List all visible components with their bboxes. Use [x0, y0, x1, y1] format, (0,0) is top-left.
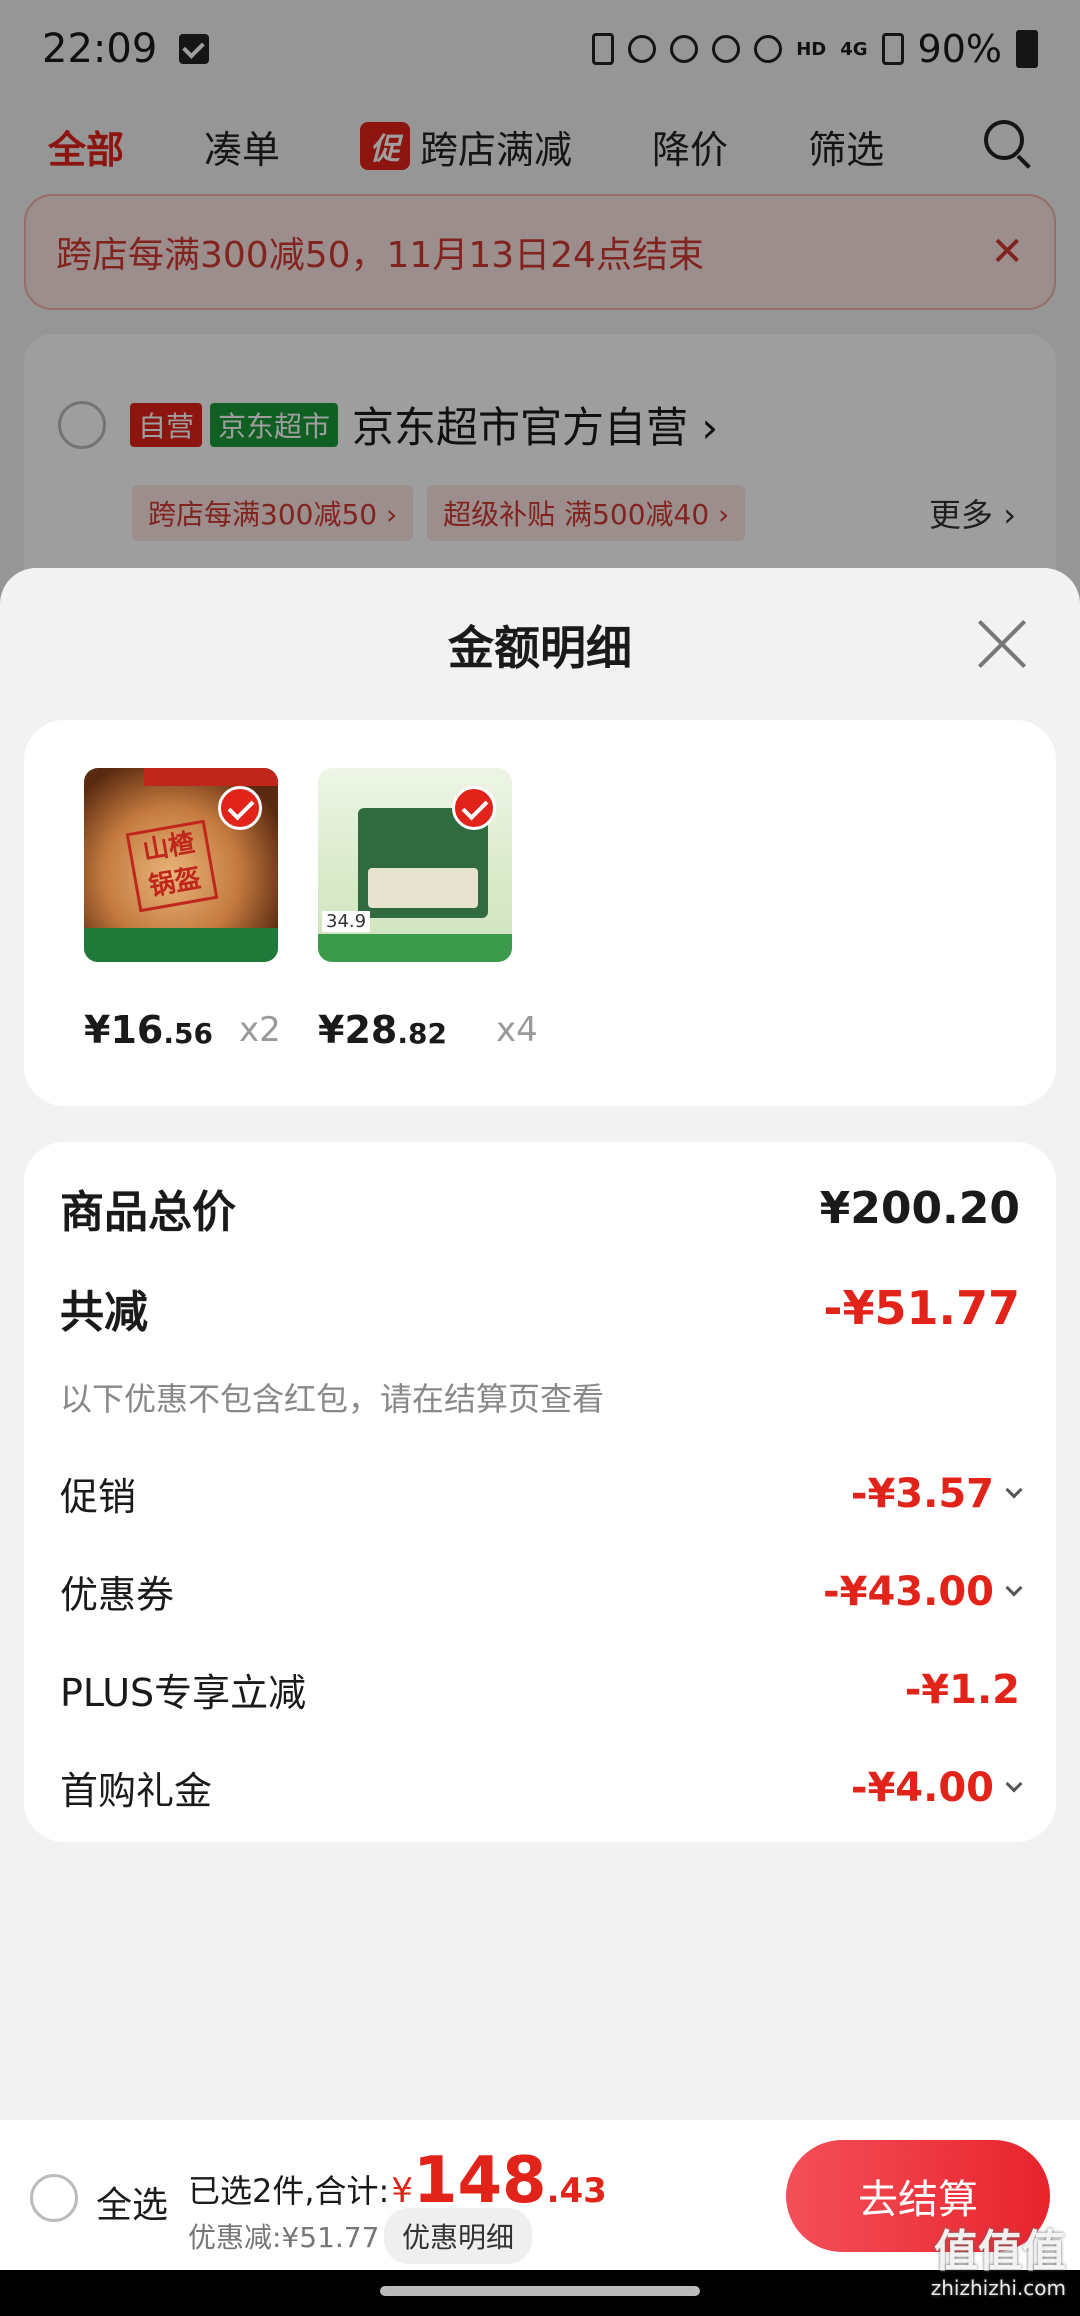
total-row: 商品总价 ¥200.20 [60, 1176, 1020, 1240]
chevron-down-icon [1005, 1775, 1023, 1792]
checked-icon [452, 786, 496, 830]
discount-detail-button[interactable]: 优惠明细 [384, 2208, 533, 2264]
reduce-row: 共减 -¥51.77 [60, 1276, 1020, 1340]
total-amount-int: 148 [412, 2144, 547, 2218]
watermark: 值值值 zhizhizhi.com [930, 2230, 1066, 2300]
discount-row-promotion[interactable]: 促销 -¥3.57 [60, 1466, 1023, 1521]
discount-row-first-purchase[interactable]: 首购礼金 -¥4.00 [60, 1760, 1023, 1815]
select-all-radio[interactable] [30, 2174, 78, 2222]
product-image: 34.9 [318, 768, 512, 962]
product-item[interactable]: 34.9 ¥28.82 x4 [318, 768, 538, 1052]
products-card: 山楂 锅盔 ¥16.56 x2 34.9 ¥28.82 x4 [24, 720, 1056, 1106]
reduce-note: 以下优惠不包含红包，请在结算页查看 [60, 1380, 605, 1418]
selected-count-text: 已选2件,合计: [188, 2172, 390, 2210]
discount-label: 促销 [60, 1475, 137, 1519]
watermark-sub: zhizhizhi.com [930, 2276, 1066, 2300]
product-price: ¥16.56 [84, 1008, 213, 1052]
discount-label: 优惠券 [60, 1573, 175, 1617]
amount-detail-sheet: 金额明细 山楂 锅盔 ¥16.56 x2 34.9 ¥28.82 x4 商品总价… [0, 568, 1080, 2120]
discount-value: -¥43.00 [823, 1569, 1023, 1615]
product-price: ¥28.82 [318, 1008, 447, 1052]
product-item[interactable]: 山楂 锅盔 ¥16.56 x2 [84, 768, 281, 1052]
checkout-bar: 全选 已选2件,合计: ¥ 148 .43 优惠减:¥51.77 优惠明细 去结… [0, 2120, 1080, 2270]
checked-icon [218, 786, 262, 830]
amount-detail-card: 商品总价 ¥200.20 共减 -¥51.77 以下优惠不包含红包，请在结算页查… [24, 1142, 1056, 1842]
discount-summary: 优惠减:¥51.77 [188, 2221, 380, 2254]
product-image: 山楂 锅盔 [84, 768, 278, 962]
order-summary: 已选2件,合计: ¥ 148 .43 [188, 2144, 607, 2218]
discount-value: -¥3.57 [851, 1471, 1023, 1517]
reduce-label: 共减 [60, 1287, 148, 1338]
chevron-down-icon [1005, 1481, 1023, 1498]
chevron-down-icon [1005, 1579, 1023, 1596]
select-all-label[interactable]: 全选 [96, 2176, 168, 2228]
product-qty: x4 [496, 1010, 538, 1050]
discount-label: 首购礼金 [60, 1769, 213, 1813]
total-label: 商品总价 [60, 1187, 236, 1238]
discount-row-coupon[interactable]: 优惠券 -¥43.00 [60, 1564, 1023, 1619]
sheet-title: 金额明细 [448, 621, 632, 675]
total-amount-dec: .43 [546, 2171, 607, 2211]
gesture-nav-bar [0, 2270, 1080, 2316]
discount-value: -¥4.00 [851, 1765, 1023, 1811]
home-handle[interactable] [380, 2286, 700, 2296]
currency-symbol: ¥ [391, 2171, 413, 2211]
close-icon[interactable] [976, 618, 1028, 670]
reduce-value: -¥51.77 [823, 1281, 1020, 1335]
thumb-price-tag: 34.9 [322, 911, 371, 932]
watermark-main: 值值值 [934, 2226, 1066, 2277]
product-qty: x2 [239, 1010, 281, 1050]
total-value: ¥200.20 [819, 1182, 1020, 1234]
discount-row-plus: PLUS专享立减 -¥1.2 [60, 1662, 1020, 1717]
discount-label: PLUS专享立减 [60, 1671, 307, 1715]
discount-value: -¥1.2 [904, 1666, 1020, 1713]
